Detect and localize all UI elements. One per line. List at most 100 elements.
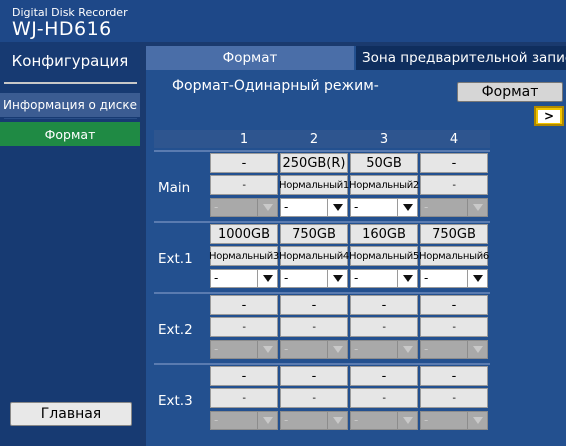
format-select: - xyxy=(350,340,418,359)
format-select[interactable]: - xyxy=(280,269,348,288)
format-select[interactable]: - xyxy=(420,269,488,288)
drive-row-ext1: Ext.1 1000GB Нормальный3-750GB Нормальный4-… xyxy=(154,221,490,291)
select-value: - xyxy=(284,413,289,427)
chevron-down-icon xyxy=(257,412,277,429)
chevron-down-icon xyxy=(467,412,487,429)
select-value: - xyxy=(214,413,219,427)
select-value: - xyxy=(424,342,429,356)
drive-row-ext3: Ext.3- - - - - - - - - - - - xyxy=(154,363,490,433)
chevron-down-icon[interactable] xyxy=(327,270,347,287)
capacity-cell: - xyxy=(420,366,488,386)
format-button[interactable]: Формат xyxy=(457,82,563,102)
select-value: - xyxy=(214,271,219,285)
name-cell: - xyxy=(280,317,348,337)
name-cell: Нормальный6 xyxy=(419,246,489,266)
name-cell: Нормальный3 xyxy=(209,246,279,266)
capacity-cell: - xyxy=(420,295,488,315)
capacity-cell: - xyxy=(420,153,488,173)
drive-row-label: Ext.1 xyxy=(158,251,193,267)
capacity-cell: 160GB xyxy=(350,224,418,244)
name-cell: - xyxy=(210,388,278,408)
disk-grid: 1234 Main - - -250GB(R) Нормальный1-50GB Норм… xyxy=(154,130,490,433)
column-header-row: 1 2 3 4 xyxy=(154,130,490,148)
chevron-down-icon[interactable] xyxy=(397,270,417,287)
chevron-down-icon[interactable] xyxy=(327,199,347,216)
select-value: - xyxy=(354,271,359,285)
sidebar: Конфигурация Информация о диске Формат Г… xyxy=(0,42,140,446)
chevron-down-icon xyxy=(257,199,277,216)
tab-format[interactable]: Формат xyxy=(146,46,354,70)
name-cell: Нормальный2 xyxy=(349,175,419,195)
capacity-cell: 750GB xyxy=(280,224,348,244)
page-heading: Формат-Одинарный режим- xyxy=(172,78,379,94)
column-header-3: 3 xyxy=(379,131,389,147)
select-value: - xyxy=(354,200,359,214)
tab-pre-recording-zone[interactable]: Зона предварительной записи xyxy=(356,46,566,70)
chevron-down-icon xyxy=(327,412,347,429)
sidebar-item-format[interactable]: Формат xyxy=(0,122,140,146)
drive-row-main: Main - - -250GB(R) Нормальный1-50GB Нормальны… xyxy=(154,150,490,220)
column-header-4: 4 xyxy=(449,131,459,147)
capacity-cell: 250GB(R) xyxy=(280,153,348,173)
name-cell: Нормальный1 xyxy=(279,175,349,195)
sidebar-title: Конфигурация xyxy=(11,52,129,70)
name-cell: - xyxy=(350,317,418,337)
format-select: - xyxy=(210,340,278,359)
column-header-2: 2 xyxy=(309,131,319,147)
chevron-down-icon[interactable] xyxy=(467,270,487,287)
format-select[interactable]: - xyxy=(210,269,278,288)
format-select: - xyxy=(420,411,488,430)
capacity-cell: - xyxy=(210,153,278,173)
format-select: - xyxy=(210,198,278,217)
format-select: - xyxy=(280,411,348,430)
drive-row-label: Ext.3 xyxy=(158,393,193,409)
capacity-cell: 1000GB xyxy=(210,224,278,244)
sidebar-item-disk-info[interactable]: Информация о диске xyxy=(0,93,140,117)
chevron-down-icon[interactable] xyxy=(257,270,277,287)
format-select: - xyxy=(420,340,488,359)
capacity-cell: 750GB xyxy=(420,224,488,244)
format-select: - xyxy=(420,198,488,217)
format-select[interactable]: - xyxy=(280,198,348,217)
format-select: - xyxy=(280,340,348,359)
capacity-cell: - xyxy=(350,366,418,386)
name-cell: - xyxy=(280,388,348,408)
select-value: - xyxy=(284,271,289,285)
home-button[interactable]: Главная xyxy=(10,402,132,426)
name-cell: Нормальный4 xyxy=(279,246,349,266)
sidebar-divider xyxy=(4,118,137,119)
drive-row-label: Ext.2 xyxy=(158,322,193,338)
select-value: - xyxy=(214,200,219,214)
drive-row-ext2: Ext.2- - - - - - - - - - - - xyxy=(154,292,490,362)
format-select[interactable]: - xyxy=(350,269,418,288)
chevron-right-icon: > xyxy=(538,109,560,123)
chevron-down-icon xyxy=(257,341,277,358)
recorder-config-screen: Digital Disk Recorder WJ-HD616 Конфигура… xyxy=(0,0,566,446)
drive-row-label: Main xyxy=(158,180,191,196)
brand-model: WJ-HD616 xyxy=(12,18,112,40)
chevron-down-icon[interactable] xyxy=(397,199,417,216)
capacity-cell: 50GB xyxy=(350,153,418,173)
capacity-cell: - xyxy=(210,295,278,315)
next-page-button[interactable]: > xyxy=(534,106,564,126)
name-cell: - xyxy=(210,175,278,195)
select-value: - xyxy=(284,200,289,214)
name-cell: - xyxy=(420,388,488,408)
select-value: - xyxy=(284,342,289,356)
select-value: - xyxy=(214,342,219,356)
select-value: - xyxy=(424,200,429,214)
capacity-cell: - xyxy=(280,366,348,386)
chevron-down-icon xyxy=(467,341,487,358)
chevron-down-icon xyxy=(467,199,487,216)
name-cell: - xyxy=(420,175,488,195)
chevron-down-icon xyxy=(327,341,347,358)
format-select: - xyxy=(210,411,278,430)
sidebar-divider xyxy=(4,82,137,84)
chevron-down-icon xyxy=(397,341,417,358)
format-select: - xyxy=(350,411,418,430)
select-value: - xyxy=(424,271,429,285)
select-value: - xyxy=(354,413,359,427)
format-select[interactable]: - xyxy=(350,198,418,217)
column-header-1: 1 xyxy=(239,131,249,147)
name-cell: Нормальный5 xyxy=(349,246,419,266)
